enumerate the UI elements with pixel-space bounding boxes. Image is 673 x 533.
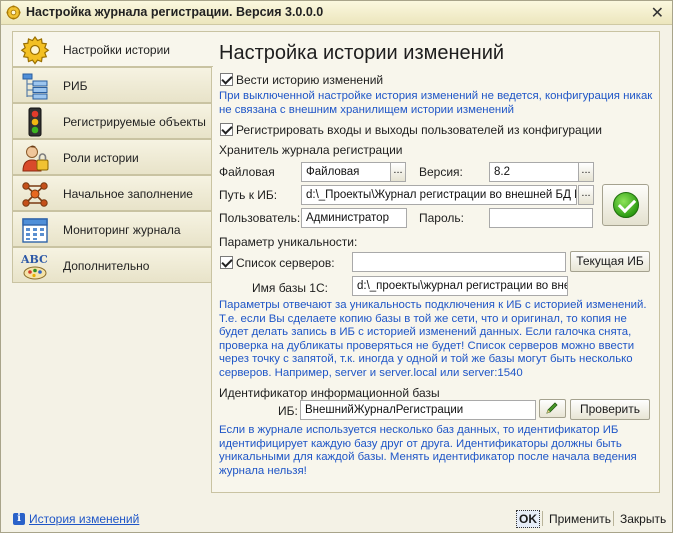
path-browse-button[interactable]: ... bbox=[578, 185, 594, 205]
log-sessions-label: Регистрировать входы и выходы пользовате… bbox=[236, 123, 602, 137]
footer-bar: i История изменений OK Применить Закрыть bbox=[1, 504, 672, 532]
footer-separator bbox=[613, 511, 614, 526]
sidebar-item-label: Дополнительно bbox=[63, 259, 150, 273]
abc-icon: ABC bbox=[20, 253, 48, 280]
db-name-label: Имя базы 1С: bbox=[252, 281, 328, 295]
path-field[interactable]: d:\_Проекты\Журнал регистрации во внешне… bbox=[301, 185, 577, 205]
ib-id-note: Если в журнале используется несколько ба… bbox=[219, 424, 637, 477]
sidebar-item-history-settings[interactable]: Настройки истории bbox=[12, 31, 213, 67]
traffic-light-icon bbox=[28, 107, 42, 137]
ib-id-header: Идентификатор информационной базы bbox=[219, 386, 440, 400]
app-gear-icon bbox=[6, 5, 21, 20]
pencil-icon bbox=[546, 402, 558, 414]
file-type-label: Файловая bbox=[219, 165, 275, 179]
svg-text:ABC: ABC bbox=[20, 253, 48, 266]
gear-icon bbox=[20, 35, 50, 65]
history-link[interactable]: История изменений bbox=[29, 512, 139, 526]
ok-button[interactable]: OK bbox=[516, 510, 540, 528]
sidebar-item-label: РИБ bbox=[63, 79, 88, 93]
current-ib-button[interactable]: Текущая ИБ bbox=[570, 251, 650, 272]
sidebar-item-label: Регистрируемые объекты bbox=[63, 115, 206, 129]
user-lock-icon bbox=[22, 145, 49, 172]
keep-history-checkbox[interactable] bbox=[220, 73, 233, 86]
footer-separator bbox=[542, 511, 543, 526]
password-label: Пароль: bbox=[419, 211, 464, 225]
close-button[interactable]: Закрыть bbox=[620, 512, 666, 526]
sidebar-item-label: Мониторинг журнала bbox=[63, 223, 181, 237]
apply-button[interactable]: Применить bbox=[549, 512, 611, 526]
check-button[interactable]: Проверить bbox=[570, 399, 650, 420]
ib-label: ИБ: bbox=[278, 404, 298, 418]
settings-panel: Настройка истории изменений Вести истори… bbox=[211, 31, 660, 493]
sidebar-item-label: Начальное заполнение bbox=[63, 187, 193, 201]
test-connection-button[interactable] bbox=[602, 184, 649, 226]
info-icon: i bbox=[13, 513, 25, 525]
sidebar-item-rib[interactable]: РИБ bbox=[12, 67, 212, 103]
uniqueness-note: Параметры отвечают за уникальность подкл… bbox=[219, 299, 647, 379]
path-label: Путь к ИБ: bbox=[219, 188, 278, 202]
keep-history-label: Вести историю изменений bbox=[236, 73, 384, 87]
storage-type-select-button[interactable]: ... bbox=[390, 162, 406, 182]
sidebar-item-additional[interactable]: ABC Дополнительно bbox=[12, 247, 212, 283]
sidebar-item-label: Настройки истории bbox=[63, 43, 170, 57]
page-title: Настройка истории изменений bbox=[219, 42, 505, 64]
db-name-field[interactable]: d:\_проекты\журнал регистрации во внешне… bbox=[352, 276, 568, 296]
sidebar-item-registered-objects[interactable]: Регистрируемые объекты bbox=[12, 103, 212, 139]
version-label: Версия: bbox=[419, 165, 463, 179]
edit-ib-id-button[interactable] bbox=[539, 399, 566, 418]
user-label: Пользователь: bbox=[219, 211, 301, 225]
uniqueness-header: Параметр уникальности: bbox=[219, 235, 358, 249]
settings-window: Настройка журнала регистрации. Версия 3.… bbox=[0, 0, 673, 533]
server-list-checkbox[interactable] bbox=[220, 256, 233, 269]
server-list-field[interactable] bbox=[352, 252, 566, 272]
log-sessions-checkbox[interactable] bbox=[220, 123, 233, 136]
check-circle-icon bbox=[613, 192, 639, 218]
sidebar-nav: Настройки истории РИБ Регистрируемые объ… bbox=[12, 31, 213, 283]
ib-id-field[interactable]: ВнешнийЖурналРегистрации bbox=[300, 400, 536, 420]
sidebar-item-history-roles[interactable]: Роли истории bbox=[12, 139, 212, 175]
version-select-button[interactable]: ... bbox=[578, 162, 594, 182]
storage-header: Хранитель журнала регистрации bbox=[219, 143, 403, 157]
sidebar-item-log-monitoring[interactable]: Мониторинг журнала bbox=[12, 211, 212, 247]
sidebar-item-label: Роли истории bbox=[63, 151, 139, 165]
user-field[interactable]: Администратор bbox=[301, 208, 407, 228]
window-title: Настройка журнала регистрации. Версия 3.… bbox=[26, 5, 324, 19]
title-bar: Настройка журнала регистрации. Версия 3.… bbox=[1, 1, 672, 25]
close-window-button[interactable]: ✕ bbox=[651, 3, 664, 23]
server-list-label: Список серверов: bbox=[236, 256, 335, 270]
password-field[interactable] bbox=[489, 208, 593, 228]
calendar-icon bbox=[22, 218, 48, 243]
molecule-icon bbox=[22, 182, 48, 207]
keep-history-note: При выключенной настройке история измене… bbox=[219, 90, 653, 116]
tree-icon bbox=[22, 73, 48, 100]
sidebar-item-initial-fill[interactable]: Начальное заполнение bbox=[12, 175, 212, 211]
